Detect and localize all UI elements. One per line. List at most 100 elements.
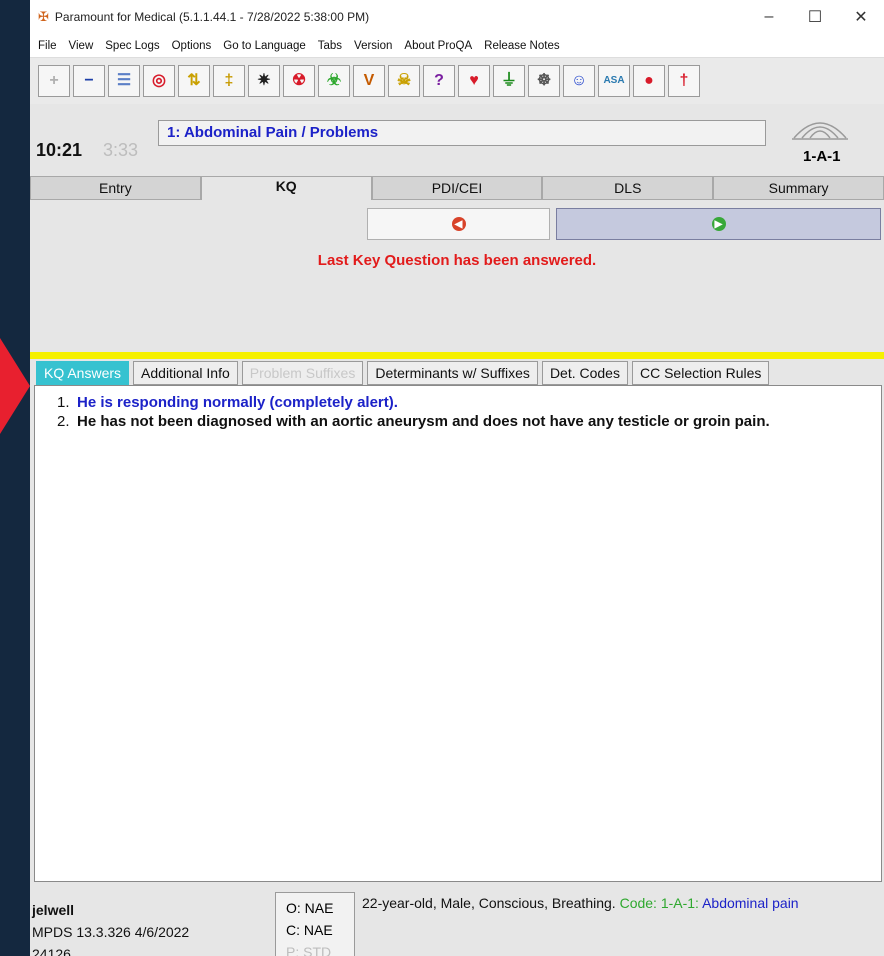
tire-icon: ✷ — [257, 72, 271, 89]
code-p: P: STD — [286, 944, 332, 956]
tab-determinants-suffixes[interactable]: Determinants w/ Suffixes — [367, 361, 538, 385]
maximize-button[interactable]: ☐ — [792, 7, 838, 27]
person-walk-button[interactable]: ☸ — [528, 65, 560, 97]
tab-dls[interactable]: DLS — [542, 176, 714, 200]
protocol-crown-icon — [792, 122, 848, 140]
summary-code: Code: 1-A-1: — [619, 895, 703, 911]
answer-text: He is responding normally (completely al… — [77, 394, 398, 411]
target-button[interactable]: ◎ — [143, 65, 175, 97]
menu-version[interactable]: Version — [354, 40, 392, 52]
radiation-button[interactable]: ☢ — [283, 65, 315, 97]
window-title: Paramount for Medical (5.1.1.44.1 - 7/28… — [54, 10, 370, 24]
stop-icon: ● — [644, 72, 654, 89]
menu-spec-logs[interactable]: Spec Logs — [105, 40, 159, 52]
document-button[interactable]: ☰ — [108, 65, 140, 97]
status-bar: jelwell MPDS 13.3.326 4/6/2022 24126 O: … — [30, 886, 884, 956]
main-tabs: Entry KQ PDI/CEI DLS Summary — [30, 176, 884, 200]
tab-cc-selection-rules[interactable]: CC Selection Rules — [631, 361, 770, 385]
tab-entry[interactable]: Entry — [30, 176, 201, 200]
add-icon: + — [49, 72, 59, 89]
smiley-icon: ☺ — [570, 72, 588, 89]
previous-question-button[interactable]: ◀ — [367, 208, 550, 240]
answer-number: 2. — [57, 413, 70, 430]
question-button[interactable]: ? — [423, 65, 455, 97]
menu-view[interactable]: View — [69, 40, 94, 52]
determinant-code: 1-A-1 — [803, 148, 841, 165]
flashlight-icon: ‡ — [224, 72, 234, 89]
forward-arrow-icon: ▶ — [711, 217, 726, 231]
menu-bar: File View Spec Logs Options Go to Langua… — [30, 34, 884, 58]
person-walk-icon: ☸ — [536, 72, 552, 89]
user-name: jelwell — [32, 902, 75, 918]
biohazard-button[interactable]: ☣ — [318, 65, 350, 97]
question-navigation-area: ◀ ▶ Last Key Question has been answered. — [30, 200, 884, 352]
next-question-button[interactable]: ▶ — [556, 208, 881, 240]
question-icon: ? — [434, 72, 444, 89]
chief-complaint-field[interactable]: 1: Abdominal Pain / Problems — [158, 120, 766, 146]
tab-problem-suffixes: Problem Suffixes — [241, 361, 364, 385]
title-bar: ✠ Paramount for Medical (5.1.1.44.1 - 7/… — [30, 0, 884, 34]
summary-text: 22-year-old, Male, Conscious, Breathing. — [362, 895, 620, 911]
code-c: C: NAE — [286, 922, 333, 938]
tire-button[interactable]: ✷ — [248, 65, 280, 97]
poison-icon: ☠ — [396, 72, 412, 89]
ground-button[interactable]: ⏚ — [493, 65, 525, 97]
call-time: 10:21 — [36, 140, 83, 160]
menu-file[interactable]: File — [38, 40, 57, 52]
menu-options[interactable]: Options — [172, 40, 212, 52]
list-item[interactable]: 1. He is responding normally (completely… — [57, 394, 863, 412]
close-button[interactable]: ✕ — [838, 7, 884, 27]
tab-summary[interactable]: Summary — [713, 176, 884, 200]
ground-icon: ⏚ — [500, 72, 517, 89]
smiley-button[interactable]: ☺ — [563, 65, 595, 97]
case-summary: 22-year-old, Male, Conscious, Breathing.… — [362, 894, 882, 912]
status-message: Last Key Question has been answered. — [317, 252, 597, 269]
case-number: 24126 — [32, 946, 71, 956]
back-arrow-icon: ◀ — [451, 217, 466, 231]
list-item[interactable]: 2. He has not been diagnosed with an aor… — [57, 413, 863, 431]
paramount-window: ✠ Paramount for Medical (5.1.1.44.1 - 7/… — [30, 0, 884, 956]
answer-text: He has not been diagnosed with an aortic… — [77, 413, 770, 430]
tab-pdi-cei[interactable]: PDI/CEI — [371, 176, 543, 200]
tab-det-codes[interactable]: Det. Codes — [541, 361, 628, 385]
response-codes-box: O: NAE C: NAE P: STD — [275, 892, 355, 956]
add-button[interactable]: + — [38, 65, 70, 97]
code-o: O: NAE — [286, 900, 334, 916]
menu-release-notes[interactable]: Release Notes — [484, 40, 559, 52]
asa-icon: ASA — [603, 75, 625, 86]
poison-button[interactable]: ☠ — [388, 65, 420, 97]
remove-icon: − — [84, 72, 94, 89]
menu-go-to-language[interactable]: Go to Language — [223, 40, 306, 52]
answer-tabs: KQ Answers Additional Info Problem Suffi… — [36, 361, 773, 385]
protocol-version: MPDS 13.3.326 4/6/2022 — [32, 924, 190, 940]
tab-additional-info[interactable]: Additional Info — [133, 361, 238, 385]
biohazard-icon: ☣ — [326, 72, 342, 89]
heart-button[interactable]: ♥ — [458, 65, 490, 97]
transfer-arrows-button[interactable]: ⇅ — [178, 65, 210, 97]
app-logo-icon: ✠ — [38, 9, 49, 24]
toolbar: + − ☰ ◎ ⇅ ‡ ✷ ☢ ☣ V ☠? ♥ ⏚ ☸ ☺ ASA ● † — [30, 58, 884, 104]
remove-button[interactable]: − — [73, 65, 105, 97]
flashlight-button[interactable]: ‡ — [213, 65, 245, 97]
red-pointer-arrow — [0, 338, 30, 434]
tab-kq-answers[interactable]: KQ Answers — [36, 361, 130, 385]
kq-answers-panel: 1. He is responding normally (completely… — [34, 385, 882, 882]
asa-button[interactable]: ASA — [598, 65, 630, 97]
violence-button[interactable]: V — [353, 65, 385, 97]
transfer-arrows-icon: ⇅ — [187, 72, 201, 89]
target-icon: ◎ — [152, 72, 166, 89]
menu-tabs[interactable]: Tabs — [318, 40, 342, 52]
violence-icon: V — [363, 72, 375, 89]
answer-number: 1. — [57, 394, 70, 411]
summary-complaint: Abdominal pain — [702, 895, 799, 911]
person-button[interactable]: † — [668, 65, 700, 97]
tab-kq[interactable]: KQ — [200, 176, 372, 200]
minimize-button[interactable]: – — [746, 8, 792, 26]
divider-bar — [30, 352, 884, 359]
stop-button[interactable]: ● — [633, 65, 665, 97]
elapsed-time: 3:33 — [103, 140, 139, 160]
person-icon: † — [679, 72, 689, 89]
document-icon: ☰ — [116, 72, 132, 89]
menu-about-proqa[interactable]: About ProQA — [404, 40, 472, 52]
heart-icon: ♥ — [469, 72, 479, 89]
